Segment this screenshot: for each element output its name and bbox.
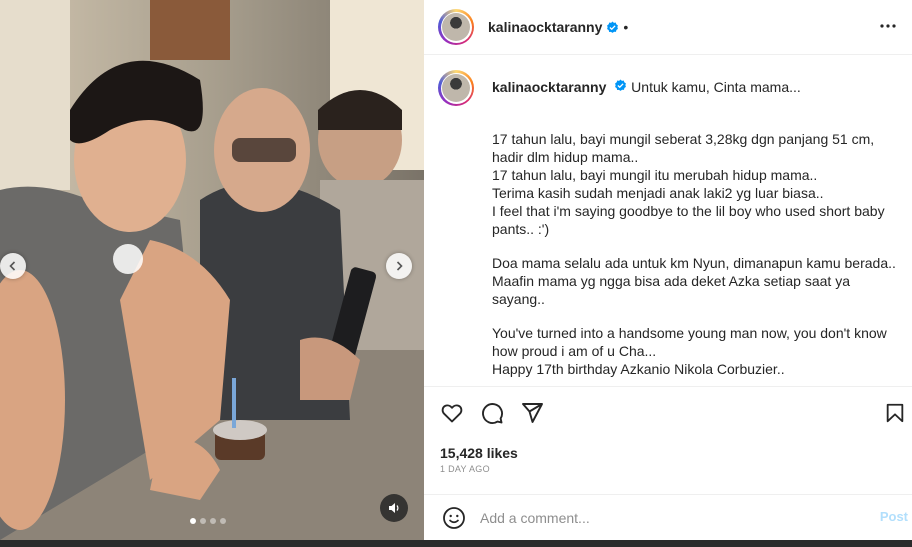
verified-badge-icon (606, 21, 619, 34)
comment-input[interactable] (480, 509, 840, 526)
likes-count[interactable]: 15,428 likes (440, 445, 518, 461)
caption-paragraph: You've turned into a handsome young man … (492, 325, 887, 377)
caption-avatar[interactable] (438, 70, 474, 106)
carousel-indicator (190, 518, 226, 524)
post-comment-button[interactable]: Post (880, 509, 908, 524)
like-button[interactable] (440, 401, 464, 425)
caption-paragraph: 17 tahun lalu, bayi mungil seberat 3,28k… (492, 131, 885, 237)
post-header: kalinaocktaranny • (424, 0, 912, 55)
carousel-dot (220, 518, 226, 524)
comment-form: Post (424, 494, 912, 540)
caption-paragraph: Doa mama selalu ada untuk km Nyun, diman… (492, 255, 896, 307)
post-detail-panel: kalinaocktaranny • kalinaocktaranny Untu… (424, 0, 912, 540)
caption: kalinaocktaranny Untuk kamu, Cinta mama.… (424, 56, 912, 386)
more-options-button[interactable] (878, 16, 898, 41)
chevron-right-icon (396, 261, 403, 271)
carousel-dot (200, 518, 206, 524)
smiley-icon (443, 506, 465, 529)
comment-button[interactable] (480, 401, 504, 425)
carousel-prev-button[interactable] (0, 253, 26, 279)
verified-badge-icon (614, 79, 627, 92)
caption-intro: Untuk kamu, Cinta mama... (631, 79, 801, 95)
post-timestamp[interactable]: 1 DAY AGO (440, 464, 490, 474)
bookmark-icon (886, 403, 904, 423)
carousel-next-button[interactable] (386, 253, 412, 279)
more-options-icon (880, 24, 896, 28)
post-actions: 15,428 likes 1 DAY AGO (424, 386, 912, 494)
caption-username[interactable]: kalinaocktaranny (492, 79, 606, 95)
save-button[interactable] (884, 402, 906, 429)
carousel-dot (190, 518, 196, 524)
carousel-dot (210, 518, 216, 524)
speaker-icon (389, 503, 399, 513)
share-button[interactable] (520, 401, 544, 425)
paper-plane-icon (522, 403, 543, 423)
header-separator: • (623, 19, 629, 35)
heart-icon (441, 404, 463, 423)
comment-bubble-icon (482, 403, 503, 424)
emoji-button[interactable] (442, 506, 466, 530)
sound-toggle-button[interactable] (380, 494, 408, 522)
header-username[interactable]: kalinaocktaranny (488, 19, 602, 35)
page-background-strip (0, 540, 912, 547)
chevron-left-icon (9, 261, 16, 271)
avatar[interactable] (438, 9, 474, 45)
caption-body: 17 tahun lalu, bayi mungil seberat 3,28k… (492, 130, 902, 378)
post-photo (0, 0, 424, 540)
post-media[interactable] (0, 0, 424, 540)
